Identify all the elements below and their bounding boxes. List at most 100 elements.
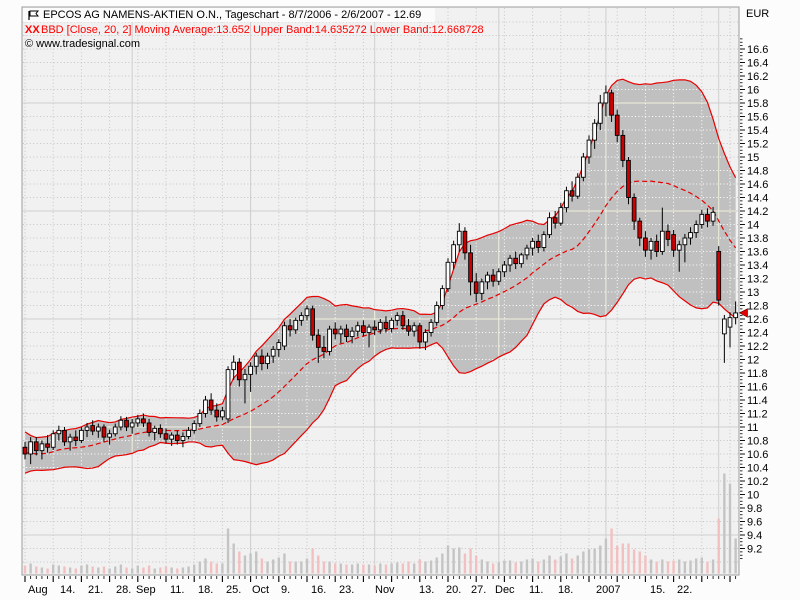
- x-tick-label: Nov: [375, 584, 395, 596]
- volume-bar: [712, 560, 714, 574]
- candle-down: [384, 322, 388, 328]
- candle-down: [570, 191, 574, 196]
- x-tick-label: 18.: [558, 584, 573, 596]
- candle-up: [254, 356, 258, 366]
- volume-bar: [554, 560, 556, 574]
- candle-up: [480, 282, 484, 293]
- candle-up: [204, 400, 208, 414]
- candle-down: [311, 309, 315, 335]
- x-tick-label: Dec: [495, 584, 515, 596]
- volume-bar: [35, 567, 37, 574]
- candle-up: [367, 327, 371, 332]
- volume-bar: [385, 565, 387, 574]
- y-tick-label: 10.6: [747, 449, 768, 461]
- candle-up: [187, 430, 191, 436]
- volume-bar: [125, 568, 127, 574]
- volume-bar: [351, 565, 353, 574]
- volume-bar: [436, 558, 438, 574]
- candle-down: [23, 447, 27, 454]
- y-tick-label: 14.4: [747, 193, 768, 205]
- y-tick-label: 14.6: [747, 179, 768, 191]
- candle-down: [316, 335, 320, 347]
- volume-bar: [187, 567, 189, 574]
- candle-up: [598, 103, 602, 123]
- x-tick-label: 13.: [419, 584, 434, 596]
- volume-bar: [103, 567, 105, 574]
- volume-bar: [311, 549, 313, 574]
- x-tick-label: 11.: [529, 584, 543, 596]
- volume-bar: [734, 539, 736, 574]
- volume-bar: [165, 567, 167, 574]
- candle-up: [266, 356, 270, 363]
- candle-down: [610, 93, 614, 115]
- y-tick-label: 12.8: [747, 301, 768, 313]
- volume-bar: [588, 550, 590, 574]
- y-tick-label: 16.4: [747, 58, 768, 70]
- volume-bar: [345, 565, 347, 574]
- volume-bar: [452, 549, 454, 574]
- candle-up: [221, 411, 225, 417]
- candle-up: [113, 427, 117, 434]
- volume-bar: [390, 564, 392, 574]
- y-tick-label: 16.6: [747, 44, 768, 56]
- candle-down: [638, 221, 642, 238]
- volume-bar: [718, 519, 720, 574]
- candle-down: [322, 347, 326, 351]
- volume-bar: [486, 562, 488, 574]
- volume-bar: [317, 556, 319, 574]
- volume-bar: [300, 562, 302, 574]
- y-tick-label: 12: [747, 355, 759, 367]
- y-tick-label: 14.8: [747, 166, 768, 178]
- chart-title: EPCOS AG NAMENS-AKTIEN O.N., Tageschart …: [43, 9, 421, 21]
- y-tick-label: 9.6: [747, 517, 762, 529]
- candle-down: [142, 419, 146, 423]
- volume-bar: [249, 554, 251, 574]
- candle-up: [339, 329, 343, 334]
- candle-up: [683, 238, 687, 245]
- volume-bar: [63, 567, 65, 574]
- volume-bar: [323, 562, 325, 574]
- candle-up: [734, 313, 738, 318]
- candle-up: [429, 322, 433, 332]
- candle-down: [469, 253, 473, 282]
- volume-bar: [306, 559, 308, 574]
- candle-down: [655, 241, 659, 251]
- candle-up: [700, 214, 704, 224]
- volume-bar: [210, 562, 212, 574]
- candle-up: [711, 212, 715, 221]
- price-chart-canvas[interactable]: 9.29.49.69.81010.210.410.610.81111.211.4…: [0, 0, 800, 600]
- volume-bar: [328, 562, 330, 574]
- candle-down: [666, 231, 670, 239]
- candle-up: [542, 235, 546, 248]
- y-axis: 9.29.49.69.81010.210.410.610.81111.211.4…: [740, 39, 768, 559]
- candle-up: [424, 333, 428, 342]
- volume-bar: [131, 569, 133, 574]
- candle-down: [553, 218, 557, 223]
- x-tick-label: 9.: [281, 584, 290, 596]
- volume-bar: [413, 564, 415, 574]
- volume-bar: [672, 561, 674, 574]
- volume-bar: [272, 560, 274, 574]
- candle-down: [463, 231, 467, 253]
- candle-down: [215, 410, 219, 417]
- volume-bar: [91, 567, 93, 574]
- volume-bar: [278, 558, 280, 574]
- x-tick-label: 28.: [116, 584, 131, 596]
- candle-down: [627, 160, 631, 197]
- y-tick-label: 16: [747, 85, 759, 97]
- y-tick-label: 15.6: [747, 112, 768, 124]
- candle-up: [508, 258, 512, 265]
- y-tick-label: 13: [747, 287, 759, 299]
- candle-up: [68, 437, 72, 442]
- volume-bar: [520, 562, 522, 574]
- candle-up: [677, 245, 681, 250]
- volume-bar: [142, 568, 144, 574]
- candle-up: [593, 123, 597, 140]
- indicator-icon: XX: [25, 24, 40, 36]
- candle-up: [232, 362, 236, 369]
- x-tick-label: 11.: [170, 584, 184, 596]
- candle-up: [581, 157, 585, 177]
- volume-bar: [396, 563, 398, 574]
- volume-bar: [655, 562, 657, 574]
- volume-bar: [29, 564, 31, 574]
